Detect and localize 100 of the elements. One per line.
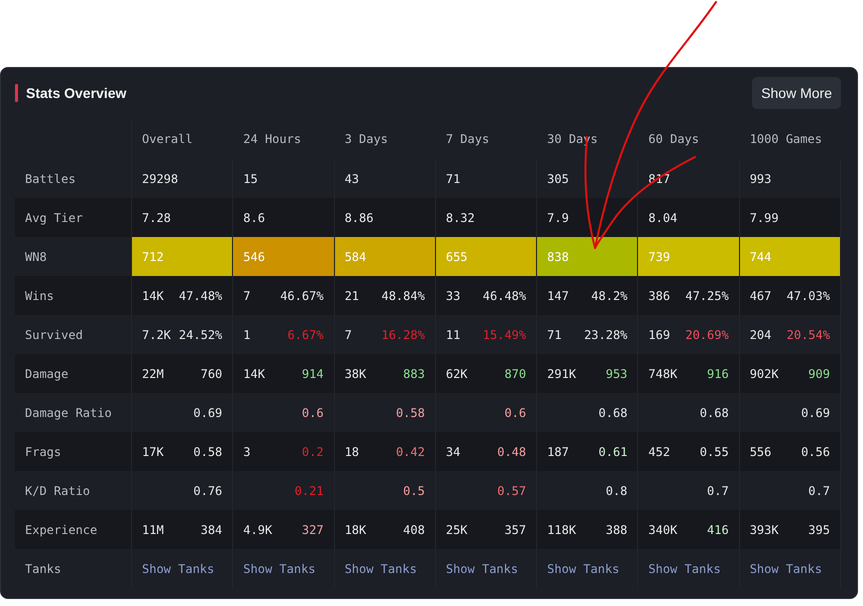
row-label: Experience bbox=[25, 522, 98, 536]
stat-value: 0.2 bbox=[302, 444, 324, 458]
show-tanks-link[interactable]: Show Tanks bbox=[142, 562, 214, 576]
stat-value: 0.69 bbox=[801, 406, 830, 420]
stat-count: 4.9K bbox=[243, 522, 272, 536]
stat-value: 883 bbox=[403, 366, 425, 380]
stat-count: 340K bbox=[648, 522, 678, 536]
column-header: 60 Days bbox=[647, 132, 700, 146]
stat-value: 47.03% bbox=[786, 288, 830, 302]
stat-value: 0.68 bbox=[598, 406, 628, 420]
stat-count: 11 bbox=[446, 328, 460, 342]
stat-count: 147 bbox=[547, 288, 569, 302]
stat-value: 953 bbox=[606, 366, 628, 380]
column-header: Overall bbox=[141, 132, 194, 146]
stat-value: 24.52% bbox=[178, 328, 222, 342]
stat-count: 556 bbox=[750, 444, 772, 458]
stat-count: 38K bbox=[344, 366, 366, 380]
stat-count: 14K bbox=[142, 288, 164, 302]
stat-value: 760 bbox=[200, 366, 222, 380]
row-label: Damage bbox=[25, 366, 68, 380]
stat-count: 22M bbox=[142, 366, 164, 380]
column-header: 24 Hours bbox=[242, 132, 302, 146]
stat-value: 0.5 bbox=[403, 484, 425, 498]
stat-value: 0.61 bbox=[598, 444, 628, 458]
stat-value: 29298 bbox=[142, 172, 178, 186]
show-tanks-link[interactable]: Show Tanks bbox=[344, 562, 417, 576]
stat-count: 3 bbox=[243, 444, 251, 458]
stat-count: 14K bbox=[243, 366, 265, 380]
show-tanks-link[interactable]: Show Tanks bbox=[547, 562, 620, 576]
stat-value: 0.8 bbox=[606, 484, 628, 498]
stat-value: 327 bbox=[302, 522, 324, 536]
stat-value: 8.04 bbox=[648, 210, 678, 224]
column-header: 3 Days bbox=[344, 132, 389, 146]
stat-value: 23.28% bbox=[584, 328, 628, 342]
stat-value: 48.2% bbox=[591, 288, 628, 302]
stat-value: 15 bbox=[243, 172, 258, 186]
show-tanks-link[interactable]: Show Tanks bbox=[648, 562, 721, 576]
stat-count: 17K bbox=[142, 444, 164, 458]
stat-value: 7.99 bbox=[750, 210, 779, 224]
stat-value: 46.67% bbox=[280, 288, 324, 302]
stat-value: 909 bbox=[808, 366, 830, 380]
stat-count: 386 bbox=[648, 288, 670, 302]
stat-count: 748K bbox=[648, 366, 678, 380]
stat-count: 21 bbox=[344, 288, 360, 302]
rating-cell: 712 bbox=[132, 237, 234, 276]
stat-value: 7.28 bbox=[142, 210, 171, 224]
show-tanks-link[interactable]: Show Tanks bbox=[446, 562, 518, 576]
stat-count: 62K bbox=[446, 366, 468, 380]
stat-count: 18 bbox=[344, 444, 360, 458]
stat-value: 6.67% bbox=[287, 328, 324, 342]
stat-value: 0.7 bbox=[707, 484, 729, 498]
stat-value: 0.6 bbox=[504, 406, 526, 420]
show-tanks-link[interactable]: Show Tanks bbox=[750, 562, 822, 576]
stat-count: 204 bbox=[750, 328, 772, 342]
stat-value: 395 bbox=[808, 522, 830, 536]
stat-count: 18K bbox=[344, 522, 366, 536]
stat-count: 187 bbox=[547, 444, 569, 458]
stat-value: 305 bbox=[547, 172, 569, 186]
column-header: 7 Days bbox=[444, 132, 490, 146]
stat-count: 169 bbox=[648, 328, 670, 342]
stat-count: 467 bbox=[750, 288, 772, 302]
stat-value: 0.56 bbox=[801, 444, 830, 458]
stat-value: 16.28% bbox=[381, 328, 425, 342]
stat-count: 25K bbox=[446, 522, 468, 536]
stat-value: 0.58 bbox=[396, 406, 425, 420]
stat-value: 20.54% bbox=[786, 328, 830, 342]
stat-value: 0.6 bbox=[302, 406, 324, 420]
show-tanks-link[interactable]: Show Tanks bbox=[243, 562, 316, 576]
stat-value: 0.55 bbox=[700, 444, 729, 458]
stat-value: 48.84% bbox=[381, 288, 425, 302]
stat-count: 71 bbox=[547, 328, 562, 342]
stat-value: 0.68 bbox=[700, 406, 729, 420]
stat-count: 7 bbox=[243, 288, 251, 302]
stat-value: 993 bbox=[750, 172, 772, 186]
stat-value: 20.69% bbox=[685, 328, 729, 342]
stat-count: 7 bbox=[344, 328, 352, 342]
stat-value: 914 bbox=[302, 366, 324, 380]
stat-count: 291K bbox=[547, 366, 576, 380]
stat-count: 393K bbox=[750, 522, 779, 536]
rating-cell: 655 bbox=[436, 237, 538, 276]
stat-value: 916 bbox=[707, 366, 729, 380]
stat-value: 0.58 bbox=[193, 444, 222, 458]
stat-value: 8.32 bbox=[446, 210, 475, 224]
row-label: Battles bbox=[25, 172, 76, 186]
stat-value: 8.86 bbox=[344, 210, 374, 224]
stat-count: 118K bbox=[547, 522, 576, 536]
stat-count: 452 bbox=[648, 444, 670, 458]
stat-count: 33 bbox=[446, 288, 460, 302]
stat-value: 408 bbox=[403, 522, 425, 536]
stat-value: 15.49% bbox=[482, 328, 526, 342]
stat-value: 47.25% bbox=[685, 288, 729, 302]
stat-value: 416 bbox=[707, 522, 729, 536]
row-label: K/D Ratio bbox=[25, 484, 90, 498]
stat-count: 7.2K bbox=[142, 328, 171, 342]
row-label: Avg Tier bbox=[25, 210, 83, 224]
stat-value: 388 bbox=[606, 522, 628, 536]
row-label: Wins bbox=[25, 288, 54, 302]
row-label: Frags bbox=[25, 444, 62, 458]
row-label: Tanks bbox=[25, 562, 62, 576]
show-more-button[interactable]: Show More bbox=[752, 77, 841, 109]
